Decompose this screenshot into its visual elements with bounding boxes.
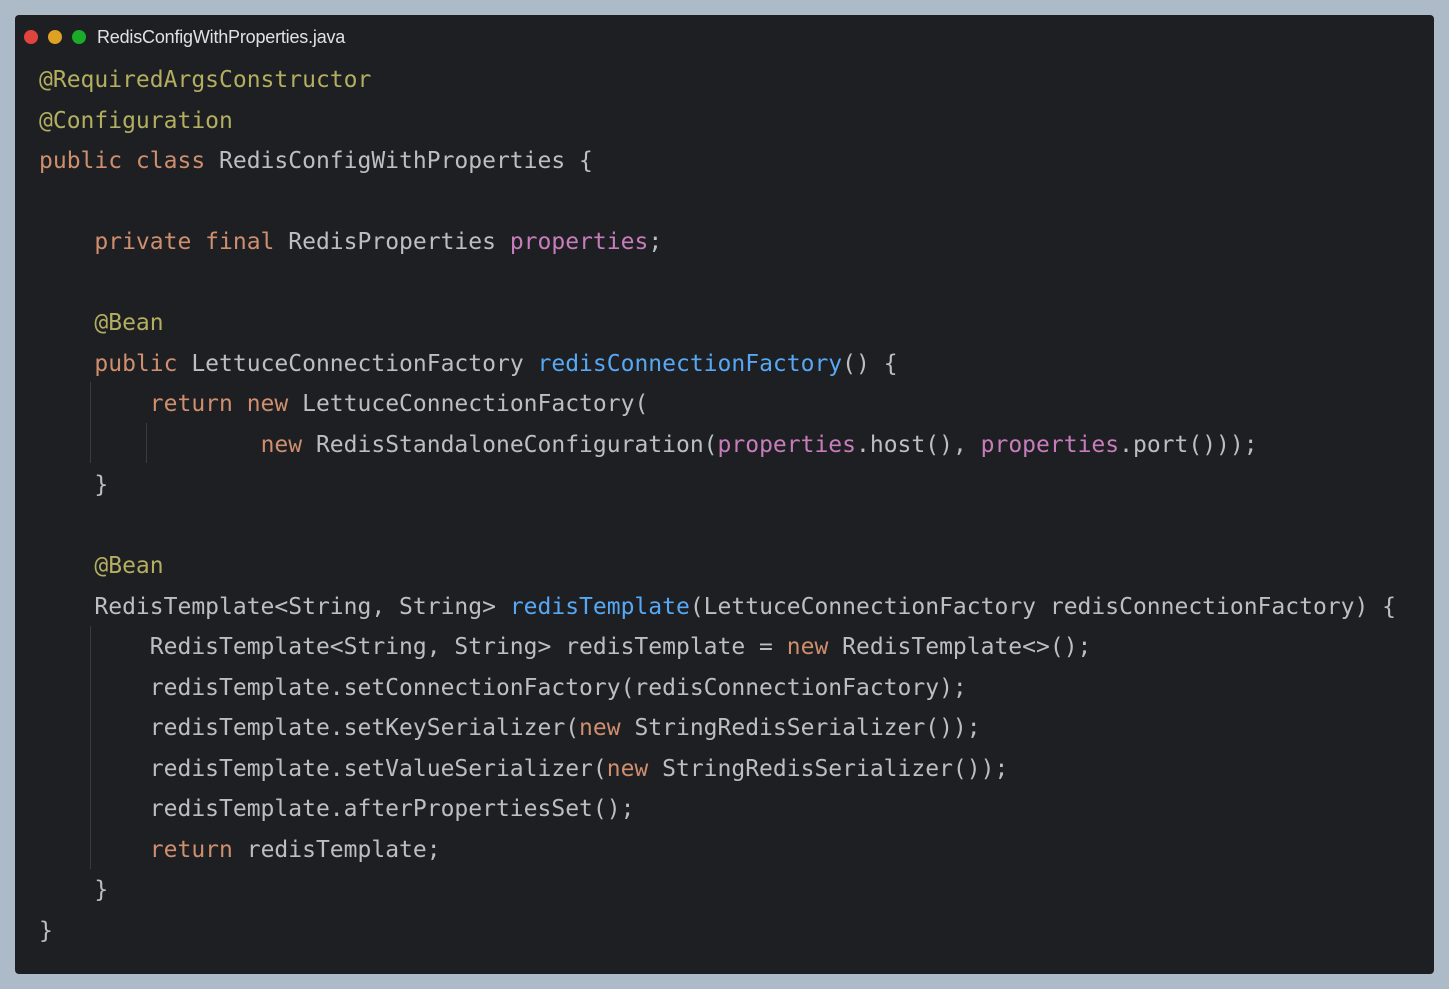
code-token: redisConnectionFactory <box>537 350 843 377</box>
code-token: .port())); <box>1119 431 1258 458</box>
code-token: redisTemplate.setValueSerializer( <box>39 755 607 782</box>
code-line: redisTemplate.setKeySerializer(new Strin… <box>39 708 1396 749</box>
code-token: new <box>579 715 635 741</box>
code-line: @Configuration <box>39 101 1396 142</box>
code-token: RedisTemplate<String, String> <box>39 593 510 620</box>
code-token: private final <box>94 229 289 255</box>
code-editor[interactable]: @RequiredArgsConstructor @Configuration pu… <box>39 60 1396 951</box>
code-token: LettuceConnectionFactory <box>191 350 538 377</box>
code-token: } <box>39 877 109 903</box>
code-window: RedisConfigWithProperties.java @Required… <box>15 15 1434 974</box>
code-token: new <box>260 431 316 458</box>
code-token: properties <box>980 431 1120 458</box>
code-token: public class <box>39 148 220 174</box>
code-line: return redisTemplate; <box>39 830 1396 871</box>
code-token: redisTemplate.setConnectionFactory(redis… <box>39 674 967 701</box>
code-token: RedisProperties <box>288 229 510 255</box>
code-line: } <box>39 465 1396 506</box>
code-line: @Bean <box>39 546 1396 587</box>
close-window-icon[interactable] <box>24 30 38 44</box>
code-line: public LettuceConnectionFactory redisCon… <box>39 344 1396 385</box>
code-token: } <box>39 917 53 944</box>
code-line: redisTemplate.setValueSerializer(new Str… <box>39 749 1396 790</box>
code-token: public <box>94 350 192 377</box>
code-token: @Bean <box>94 553 164 579</box>
code-line: RedisTemplate<String, String> redisTempl… <box>39 587 1396 628</box>
code-line: } <box>39 911 1396 952</box>
minimize-window-icon[interactable] <box>48 30 62 44</box>
code-token: redisTemplate <box>509 593 690 620</box>
code-line: redisTemplate.setConnectionFactory(redis… <box>39 668 1396 709</box>
maximize-window-icon[interactable] <box>72 30 86 44</box>
code-token: redisTemplate; <box>246 836 441 863</box>
code-token: RedisStandaloneConfiguration( <box>315 431 718 458</box>
code-token: new <box>606 755 663 782</box>
code-line: new RedisStandaloneConfiguration(propert… <box>39 425 1396 466</box>
code-line: RedisTemplate<String, String> redisTempl… <box>39 627 1396 668</box>
code-token: (LettuceConnectionFactory redisConnectio… <box>689 593 1397 620</box>
code-token: StringRedisSerializer()); <box>634 715 981 741</box>
title-bar: RedisConfigWithProperties.java <box>15 15 1434 59</box>
code-token: () { <box>842 350 898 377</box>
code-token: StringRedisSerializer()); <box>662 755 1009 782</box>
code-token: LettuceConnectionFactory( <box>302 391 649 417</box>
code-token: RedisTemplate<>(); <box>842 634 1092 660</box>
code-token: properties <box>509 229 649 255</box>
code-token: new <box>786 634 843 660</box>
code-token: RedisConfigWithProperties { <box>219 148 593 174</box>
code-line: public class RedisConfigWithProperties { <box>39 141 1396 182</box>
code-line: @Bean <box>39 303 1396 344</box>
code-token: return new <box>149 391 303 417</box>
code-token: @Configuration <box>39 107 233 134</box>
code-line: private final RedisProperties properties… <box>39 222 1396 263</box>
code-token: RedisTemplate<String, String> redisTempl… <box>39 634 787 660</box>
code-token: ; <box>648 229 663 255</box>
code-token: redisTemplate.afterPropertiesSet(); <box>39 796 635 822</box>
code-token: @RequiredArgsConstructor <box>39 67 372 93</box>
code-token: return <box>149 836 247 863</box>
code-token: properties <box>717 431 857 458</box>
code-token: } <box>39 472 109 498</box>
code-line: redisTemplate.afterPropertiesSet(); <box>39 789 1396 830</box>
code-line: return new LettuceConnectionFactory( <box>39 384 1396 425</box>
file-name: RedisConfigWithProperties.java <box>97 27 346 47</box>
code-token: .host(), <box>856 431 981 458</box>
code-line: @RequiredArgsConstructor <box>39 60 1396 101</box>
code-token: redisTemplate.setKeySerializer( <box>39 715 580 741</box>
code-token: @Bean <box>94 310 164 336</box>
code-line: } <box>39 870 1396 911</box>
